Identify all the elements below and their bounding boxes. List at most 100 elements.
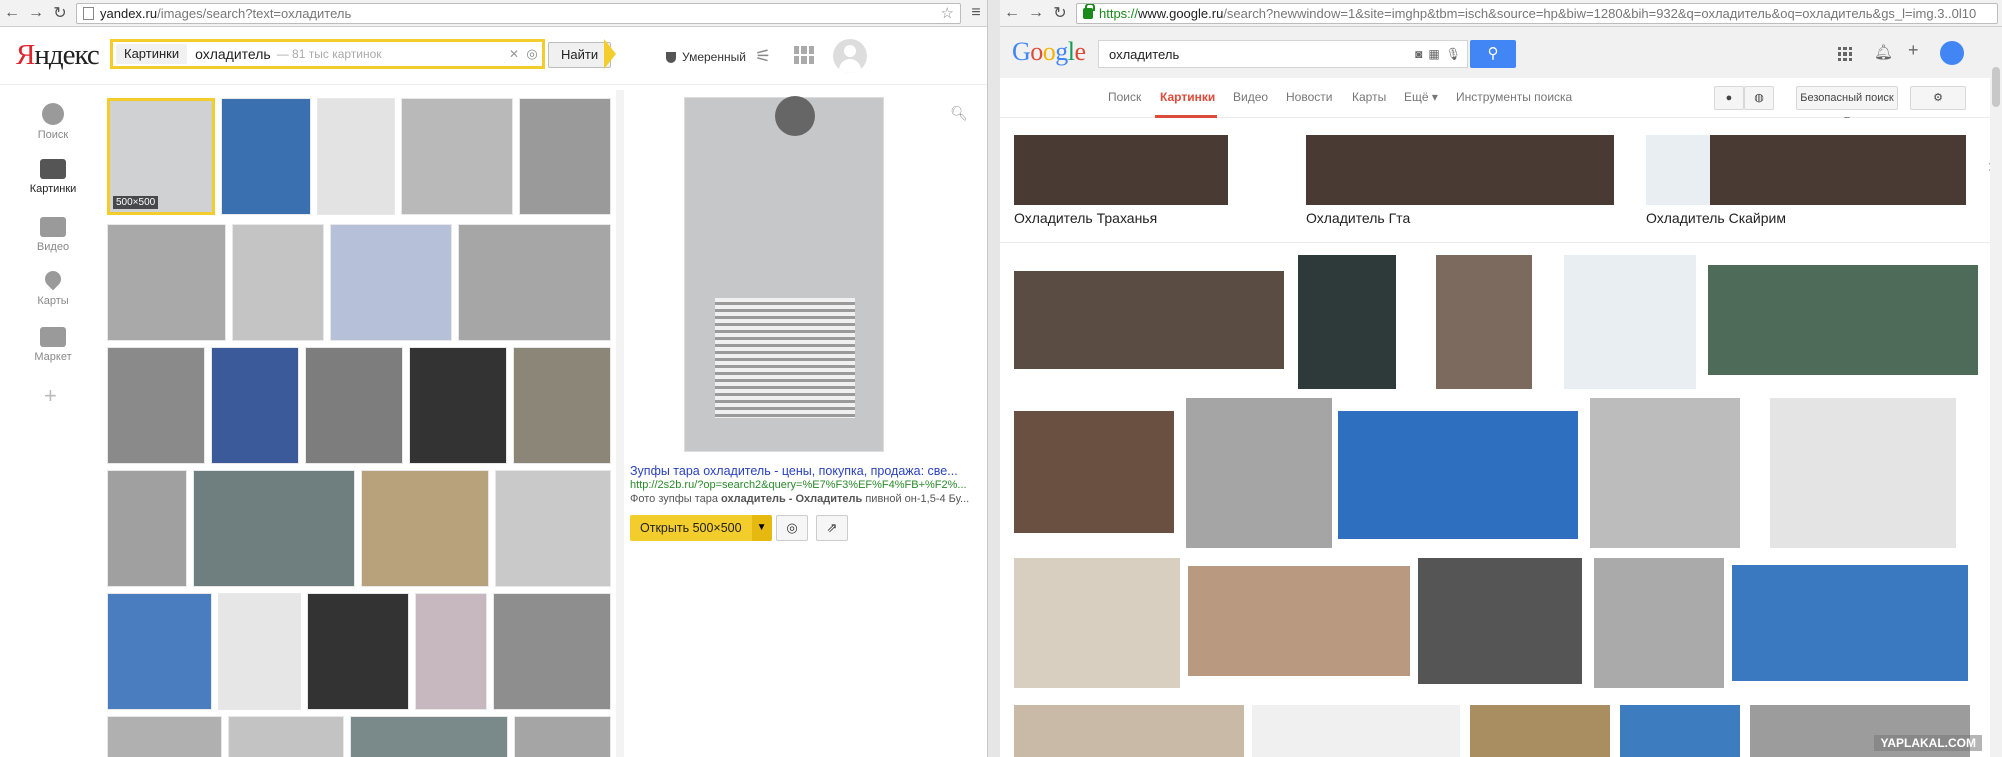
tab-news[interactable]: Новости: [1286, 90, 1332, 104]
image-result[interactable]: [1564, 255, 1696, 389]
open-image-label[interactable]: Открыть 500×500: [630, 515, 752, 541]
filters-icon[interactable]: ⚟: [755, 46, 771, 67]
related-label[interactable]: Охладитель Траханья: [1014, 210, 1157, 226]
image-thumb[interactable]: [221, 98, 311, 215]
search-service-tag[interactable]: Картинки: [116, 44, 188, 64]
image-thumb[interactable]: [218, 593, 301, 710]
image-result[interactable]: [1590, 398, 1740, 548]
preview-image[interactable]: [684, 96, 884, 452]
avatar[interactable]: [1940, 41, 1964, 65]
chevron-down-icon[interactable]: ▼: [751, 515, 772, 541]
forward-icon[interactable]: →: [24, 1, 48, 25]
tab-video[interactable]: Видео: [1233, 90, 1268, 104]
related-image[interactable]: [1306, 135, 1614, 205]
search-similar-icon[interactable]: ◎: [776, 515, 808, 541]
camera-icon[interactable]: ◙: [1415, 47, 1422, 61]
related-label[interactable]: Охладитель Гта: [1306, 210, 1410, 226]
open-image-button[interactable]: Открыть 500×500 ▼: [630, 515, 772, 541]
image-thumb[interactable]: [228, 716, 344, 757]
image-thumb[interactable]: 500×500: [107, 98, 215, 215]
image-result[interactable]: [1252, 705, 1460, 757]
bookmark-star-icon[interactable]: ☆: [941, 4, 954, 22]
avatar[interactable]: [833, 39, 867, 73]
image-result[interactable]: [1708, 265, 1978, 375]
related-image[interactable]: [1646, 135, 1966, 205]
notifications-bell-icon[interactable]: 🔔︎: [1874, 43, 1893, 61]
scrollbar-thumb[interactable]: [1992, 67, 2000, 107]
image-result[interactable]: [1418, 558, 1582, 684]
search-button[interactable]: ⚲: [1470, 40, 1516, 68]
image-thumb[interactable]: [107, 593, 212, 710]
services-grid-icon[interactable]: [794, 46, 814, 64]
image-thumb[interactable]: [458, 224, 611, 341]
image-thumb[interactable]: [193, 470, 355, 587]
search-box[interactable]: Картинки охладитель — 81 тыс картинок ✕ …: [110, 39, 545, 69]
apps-grid-icon[interactable]: [1838, 47, 1852, 61]
image-thumb[interactable]: [211, 347, 299, 464]
share-plus-icon[interactable]: +: [1908, 40, 1919, 61]
preview-title-link[interactable]: Зупфы тара охладитель - цены, покупка, п…: [630, 464, 970, 478]
image-thumb[interactable]: [305, 347, 403, 464]
sidebar-item-images[interactable]: Картинки: [0, 159, 106, 195]
image-thumb[interactable]: [330, 224, 452, 341]
image-thumb[interactable]: [519, 98, 611, 215]
image-result[interactable]: [1186, 398, 1332, 548]
image-result[interactable]: [1188, 566, 1410, 676]
address-bar[interactable]: https://www.google.ru/search?newwindow=1…: [1076, 2, 1998, 24]
menu-icon[interactable]: ≡: [965, 4, 987, 22]
image-thumb[interactable]: [495, 470, 611, 587]
image-thumb[interactable]: [307, 593, 409, 710]
image-result[interactable]: [1014, 411, 1174, 533]
image-result[interactable]: [1732, 565, 1968, 681]
sidebar-item-maps[interactable]: Карты: [0, 267, 106, 307]
share-icon[interactable]: ⇗: [816, 515, 848, 541]
image-thumb[interactable]: [493, 593, 611, 710]
tab-more[interactable]: Ещё ▾: [1404, 90, 1438, 104]
back-icon[interactable]: ←: [1000, 1, 1024, 25]
image-thumb[interactable]: [401, 98, 513, 215]
reload-icon[interactable]: ↻: [48, 1, 72, 25]
clear-icon[interactable]: ✕: [506, 47, 522, 61]
tab-search-tools[interactable]: Инструменты поиска: [1456, 90, 1572, 104]
image-thumb[interactable]: [361, 470, 489, 587]
image-thumb[interactable]: [513, 347, 611, 464]
image-result[interactable]: [1594, 558, 1724, 688]
image-thumb[interactable]: [107, 716, 222, 757]
tab-search[interactable]: Поиск: [1108, 90, 1141, 104]
reload-icon[interactable]: ↻: [1048, 1, 1072, 25]
image-result[interactable]: [1014, 705, 1244, 757]
image-thumb[interactable]: [107, 347, 205, 464]
camera-icon[interactable]: ◎: [522, 46, 542, 62]
image-result[interactable]: [1436, 255, 1532, 389]
image-thumb[interactable]: [514, 716, 611, 757]
tab-images[interactable]: Картинки: [1160, 90, 1215, 104]
image-result[interactable]: [1620, 705, 1740, 757]
find-button[interactable]: Найти: [548, 42, 612, 68]
image-result[interactable]: [1014, 271, 1284, 369]
search-input[interactable]: охладитель ◙ ▦ 🎙︎: [1098, 40, 1468, 68]
image-thumb[interactable]: [409, 347, 507, 464]
image-thumb[interactable]: [415, 593, 487, 710]
image-result[interactable]: [1014, 558, 1180, 688]
yandex-logo[interactable]: Яндекс: [16, 39, 100, 72]
forward-icon[interactable]: →: [1024, 1, 1048, 25]
image-result[interactable]: [1770, 398, 1956, 548]
image-result[interactable]: [1470, 705, 1610, 757]
google-logo[interactable]: Google: [1012, 37, 1086, 67]
image-result[interactable]: [1298, 255, 1396, 389]
add-service-icon[interactable]: +: [44, 383, 57, 409]
preview-url[interactable]: http://2s2b.ru/?op=search2&query=%E7%F3%…: [630, 479, 970, 491]
sidebar-item-video[interactable]: Видео: [0, 217, 106, 253]
safe-search-dropdown[interactable]: Безопасный поиск ▾: [1796, 86, 1898, 126]
safe-search-filter[interactable]: Умеренный: [666, 50, 746, 64]
image-thumb[interactable]: [232, 224, 324, 341]
back-icon[interactable]: ←: [0, 1, 24, 25]
image-thumb[interactable]: [350, 716, 508, 757]
address-bar[interactable]: yandex.ru/images/search?text=охладитель …: [76, 2, 961, 24]
sidebar-item-market[interactable]: Маркет: [0, 327, 106, 363]
results-scrollbar[interactable]: [616, 90, 624, 757]
globe-icon[interactable]: ◍: [1744, 86, 1774, 110]
sidebar-item-search[interactable]: Поиск: [0, 103, 106, 141]
personal-results-icon[interactable]: ●: [1714, 86, 1744, 110]
gear-icon[interactable]: ⚙: [1910, 86, 1966, 110]
